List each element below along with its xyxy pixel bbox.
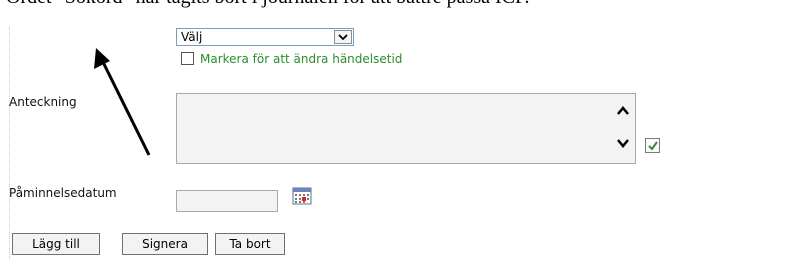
calendar-icon[interactable]	[292, 187, 312, 205]
note-textarea[interactable]	[176, 93, 636, 164]
event-type-select[interactable]: Välj	[176, 28, 354, 46]
event-type-select-value: Välj	[181, 30, 203, 44]
change-event-time-label: Markera för att ändra händelsetid	[200, 52, 403, 66]
section-divider	[9, 27, 10, 259]
caption-text: Ordet "Sökord" har tagits bort i journal…	[6, 0, 530, 9]
chevron-down-icon[interactable]	[616, 137, 630, 149]
reminder-date-input[interactable]	[176, 190, 278, 212]
note-label: Anteckning	[9, 95, 77, 109]
spell-check-button[interactable]	[645, 138, 660, 153]
chevron-up-icon[interactable]	[616, 105, 630, 117]
sign-button[interactable]: Signera	[122, 233, 208, 255]
change-event-time-checkbox[interactable]	[181, 52, 194, 65]
reminder-date-label: Påminnelsedatum	[9, 186, 117, 200]
delete-button[interactable]: Ta bort	[215, 233, 285, 255]
chevron-down-icon[interactable]	[334, 30, 352, 44]
checkmark-icon	[648, 141, 658, 151]
add-button[interactable]: Lägg till	[12, 233, 100, 255]
